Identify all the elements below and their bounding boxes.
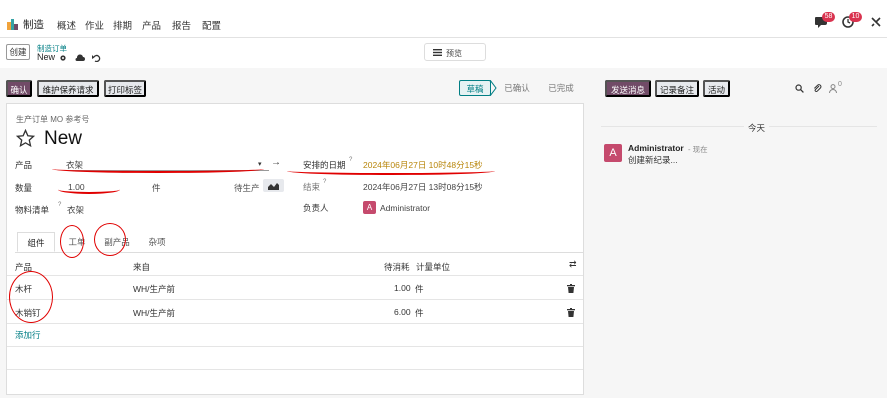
bom-help-mark: ? <box>58 202 62 208</box>
forecast-button[interactable] <box>263 179 284 192</box>
area-chart-icon <box>268 183 279 190</box>
product-label: 产品 <box>15 160 33 170</box>
menu-reporting[interactable]: 报告 <box>172 18 191 32</box>
row-qty: 6.00 <box>394 307 411 317</box>
row-uom: 件 <box>415 284 424 294</box>
tab-components[interactable]: 组件 <box>17 232 55 252</box>
gear-icon[interactable] <box>59 54 67 62</box>
cloud-save-icon[interactable] <box>75 54 85 62</box>
row-divider <box>7 369 583 370</box>
column-from[interactable]: 来自 <box>133 261 150 273</box>
print-labels-button[interactable]: 打印标签 <box>104 80 146 97</box>
send-message-button[interactable]: 发送消息 <box>605 80 651 97</box>
end-help-mark: ? <box>323 179 327 185</box>
column-settings-icon[interactable]: ⇄ <box>569 259 577 270</box>
annotation-circle-by-products <box>94 223 126 256</box>
activity-button[interactable]: 10 <box>842 12 862 28</box>
follower-icon[interactable] <box>829 84 837 93</box>
bom-label: 物料清单 <box>15 205 50 215</box>
menu-products[interactable]: 产品 <box>142 18 161 32</box>
add-line-link[interactable]: 添加行 <box>15 329 41 341</box>
message-time: - 现在 <box>688 145 708 154</box>
responsible-input[interactable]: Administrator <box>380 203 430 213</box>
menu-configuration[interactable]: 配置 <box>202 18 221 32</box>
menu-operations[interactable]: 作业 <box>85 18 104 32</box>
chat-button[interactable]: 58 <box>815 12 835 28</box>
table-row[interactable]: 木销钉 WH/生产前 6.00 件 <box>7 300 583 323</box>
uom-field[interactable]: 件 <box>152 182 161 194</box>
table-row[interactable]: 木杆 WH/生产前 1.00 件 <box>7 276 583 299</box>
follower-count: 0 <box>838 81 842 88</box>
avatar: A <box>604 144 622 162</box>
discard-icon[interactable] <box>92 54 101 62</box>
manufacturing-app-icon <box>7 19 18 30</box>
quantity-label: 数量 <box>15 183 33 193</box>
log-note-button[interactable]: 记录备注 <box>655 80 699 97</box>
row-from: WH/生产前 <box>133 284 176 294</box>
column-to-consume[interactable]: 待消耗 <box>384 261 410 273</box>
page-title: New <box>44 128 83 149</box>
date-separator-line <box>601 126 877 127</box>
annotation-underline-quantity <box>58 185 120 194</box>
annotation-circle-components <box>9 271 53 323</box>
debug-tools-icon[interactable] <box>870 16 882 28</box>
activity-badge: 10 <box>849 12 862 22</box>
annotation-underline-date <box>287 167 495 175</box>
tab-miscellaneous[interactable]: 杂项 <box>139 232 175 252</box>
top-navbar: 制造 概述 作业 排期 产品 报告 配置 58 10 <box>0 8 887 38</box>
chat-badge: 58 <box>822 12 835 22</box>
stage-confirmed[interactable]: 已确认 <box>497 80 537 96</box>
avatar: A <box>363 201 376 214</box>
action-bar: 确认 维护保养请求 打印标签 草稿 已确认 已完成 发送消息 记录备注 活动 0 <box>0 68 887 103</box>
stage-draft[interactable]: 草稿 <box>459 80 491 96</box>
annotation-circle-work-orders <box>60 225 84 258</box>
confirm-button[interactable]: 确认 <box>6 80 32 97</box>
to-produce-label: 待生产 <box>234 183 260 193</box>
create-button[interactable]: 创建 <box>6 44 30 60</box>
activity-button-chatter[interactable]: 活动 <box>703 80 730 97</box>
view-switcher[interactable]: 预览 <box>424 43 486 61</box>
view-label: 预览 <box>446 49 462 58</box>
row-uom: 件 <box>415 308 424 318</box>
paperclip-icon[interactable] <box>813 84 822 93</box>
end-date-input[interactable]: 2024年06月27日 13时08分15秒 <box>363 181 483 193</box>
open-record-arrow-icon[interactable]: → <box>271 157 281 168</box>
end-date-label: 结束 <box>303 182 321 192</box>
list-icon <box>433 49 442 56</box>
control-panel: 创建 制造订单 New 预览 <box>0 38 887 68</box>
maintenance-request-button[interactable]: 维护保养请求 <box>37 80 99 97</box>
row-from: WH/生产前 <box>133 308 176 318</box>
date-separator: 今天 <box>744 122 770 134</box>
breadcrumb-current: New <box>37 52 56 62</box>
trash-icon[interactable] <box>567 308 575 317</box>
row-qty: 1.00 <box>394 283 411 293</box>
menu-planning[interactable]: 排期 <box>113 18 132 32</box>
menu-overview[interactable]: 概述 <box>57 18 76 32</box>
reference-label: 生产订单 MO 参考号 <box>16 115 90 124</box>
bookmarks-bar <box>0 0 887 8</box>
row-divider <box>7 346 583 347</box>
chatter-panel: 今天 A Administrator - 现在 创建新纪录... <box>591 103 887 395</box>
star-icon[interactable] <box>16 129 35 147</box>
form-sheet: 生产订单 MO 参考号 New 产品 衣架 ▾ → 数量 1.00 件 待生产 … <box>6 103 584 395</box>
message-body: 创建新纪录... <box>628 155 678 165</box>
app-name[interactable]: 制造 <box>23 17 44 32</box>
bom-input[interactable]: 衣架 <box>67 204 84 216</box>
responsible-label: 负责人 <box>303 203 329 213</box>
scheduled-help-mark: ? <box>349 157 353 163</box>
row-divider <box>7 323 583 324</box>
search-icon[interactable] <box>795 84 804 93</box>
annotation-underline-product <box>52 165 264 173</box>
trash-icon[interactable] <box>567 284 575 293</box>
message-author[interactable]: Administrator <box>628 143 684 153</box>
column-uom[interactable]: 计量单位 <box>416 261 450 273</box>
stage-done[interactable]: 已完成 <box>541 80 581 96</box>
